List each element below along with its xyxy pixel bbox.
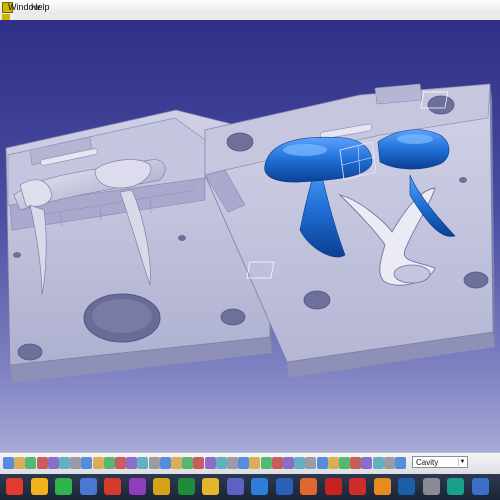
mold-scene bbox=[5, 83, 495, 383]
start-icon[interactable] bbox=[6, 478, 23, 495]
mail-icon[interactable] bbox=[251, 478, 268, 495]
zoom-out-icon[interactable] bbox=[70, 457, 82, 469]
axis-icon[interactable] bbox=[148, 457, 160, 469]
excel-icon[interactable] bbox=[177, 478, 195, 495]
offset-icon[interactable] bbox=[327, 457, 339, 469]
hide-show-icon[interactable] bbox=[115, 457, 126, 469]
extrude-icon[interactable] bbox=[204, 457, 216, 469]
cavity-icon[interactable] bbox=[350, 457, 362, 469]
normal-view-icon[interactable] bbox=[81, 457, 93, 469]
catia-icon[interactable] bbox=[153, 478, 170, 495]
menu-item-help[interactable]: Help bbox=[31, 1, 50, 13]
slider-icon[interactable] bbox=[361, 457, 373, 469]
pdf-icon[interactable] bbox=[324, 478, 342, 495]
insert-icon[interactable] bbox=[372, 457, 384, 469]
chrome-icon[interactable] bbox=[30, 478, 48, 495]
solidworks-icon[interactable] bbox=[349, 478, 366, 495]
point-icon[interactable] bbox=[171, 457, 182, 469]
fillet-icon[interactable] bbox=[238, 457, 250, 469]
settings-icon[interactable] bbox=[422, 478, 440, 495]
iso-view-icon[interactable] bbox=[92, 457, 104, 469]
files-icon[interactable] bbox=[79, 478, 97, 495]
pattern-icon[interactable] bbox=[283, 457, 294, 469]
media-icon[interactable] bbox=[300, 478, 317, 495]
word-icon[interactable] bbox=[275, 478, 293, 495]
combo-value: Cavity bbox=[416, 458, 439, 467]
store-icon[interactable] bbox=[471, 478, 489, 495]
fit-all-icon[interactable] bbox=[25, 457, 37, 469]
teams-icon[interactable] bbox=[226, 478, 244, 495]
onenote-icon[interactable] bbox=[128, 478, 146, 495]
shading-icon[interactable] bbox=[103, 457, 115, 469]
plane-icon[interactable] bbox=[159, 457, 171, 469]
hole-icon[interactable] bbox=[227, 457, 238, 469]
chevron-down-icon[interactable]: ▼ bbox=[458, 458, 466, 466]
select-arrow-icon[interactable] bbox=[3, 457, 14, 469]
gate-icon[interactable] bbox=[383, 457, 395, 469]
core-icon[interactable] bbox=[339, 457, 350, 469]
chamfer-icon[interactable] bbox=[249, 457, 261, 469]
mirror-icon[interactable] bbox=[271, 457, 283, 469]
measure-icon[interactable] bbox=[137, 457, 149, 469]
folder-icon[interactable] bbox=[202, 478, 219, 495]
menu-bar: Window Help bbox=[0, 0, 500, 15]
rotate-icon[interactable] bbox=[47, 457, 59, 469]
workbench-combo[interactable]: Cavity ▼ bbox=[412, 456, 468, 468]
os-taskbar bbox=[0, 474, 500, 500]
zoom-in-icon[interactable] bbox=[59, 457, 70, 469]
join-icon[interactable] bbox=[305, 457, 317, 469]
pocket-icon[interactable] bbox=[215, 457, 227, 469]
illustrator-icon[interactable] bbox=[373, 478, 391, 495]
fly-mode-icon[interactable] bbox=[14, 457, 26, 469]
runner-icon[interactable] bbox=[395, 457, 406, 469]
calendar-icon[interactable] bbox=[104, 478, 121, 495]
whatsapp-icon[interactable] bbox=[55, 478, 72, 495]
trim-icon[interactable] bbox=[316, 457, 328, 469]
edge-icon[interactable] bbox=[447, 478, 464, 495]
3d-viewport[interactable] bbox=[0, 20, 500, 452]
photoshop-icon[interactable] bbox=[398, 478, 415, 495]
split-icon[interactable] bbox=[294, 457, 306, 469]
pan-icon[interactable] bbox=[36, 457, 48, 469]
draft-icon[interactable] bbox=[260, 457, 272, 469]
swap-space-icon[interactable] bbox=[126, 457, 138, 469]
line-icon[interactable] bbox=[182, 457, 194, 469]
sketch-icon[interactable] bbox=[193, 457, 205, 469]
